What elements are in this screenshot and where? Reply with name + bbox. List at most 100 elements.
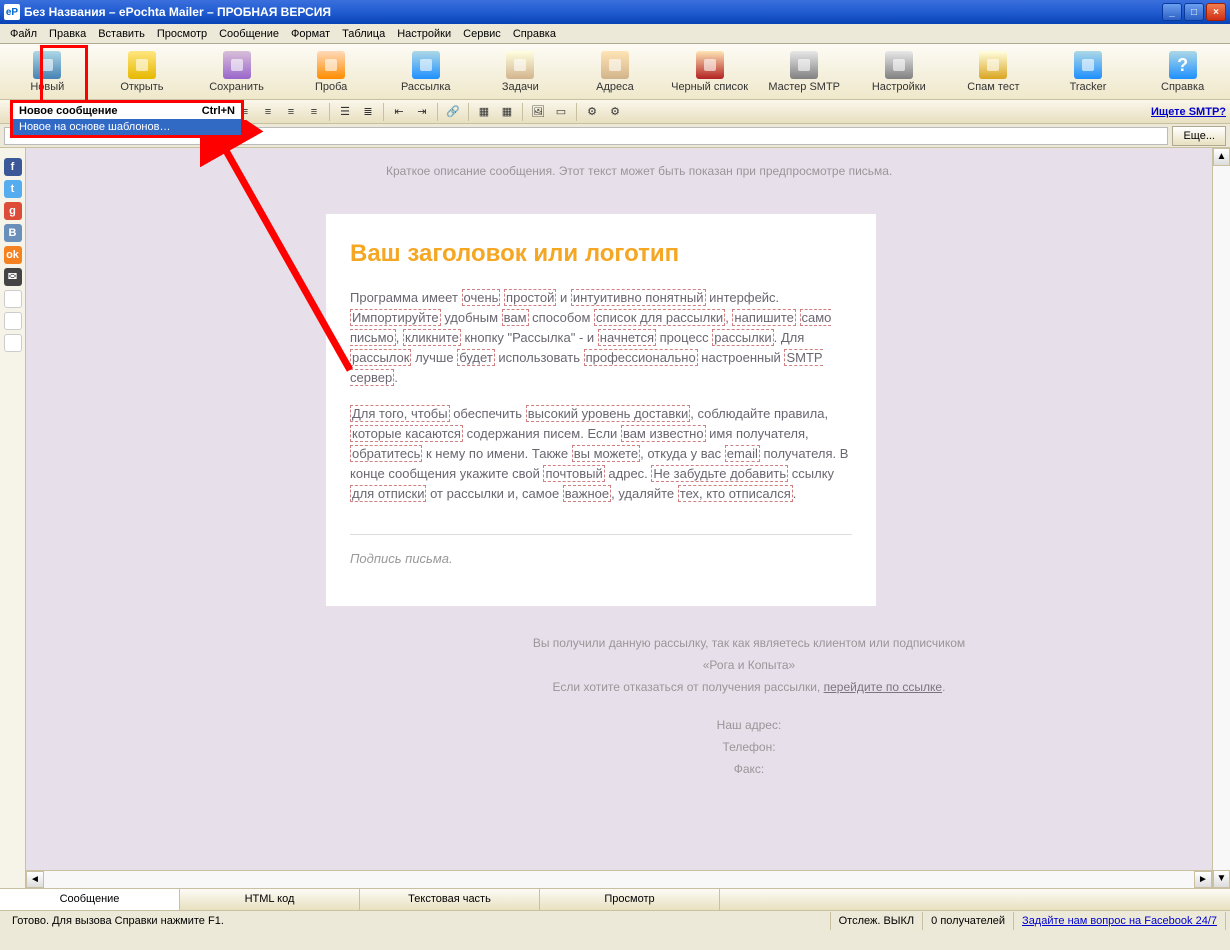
insert-image-button[interactable]: 🖼 [528, 102, 548, 122]
status-facebook-link[interactable]: Задайте нам вопрос на Facebook 24/7 [1022, 915, 1217, 927]
window-title: Без Названия – ePochta Mailer – ПРОБНАЯ … [24, 5, 331, 19]
scroll-track[interactable] [44, 871, 1194, 888]
menu-table[interactable]: Таблица [336, 26, 391, 41]
title-bar: eP Без Названия – ePochta Mailer – ПРОБН… [0, 0, 1230, 24]
footer-unsubscribe: Если хотите отказаться от получения расс… [326, 676, 1172, 698]
menu-file[interactable]: Файл [4, 26, 43, 41]
code-icon[interactable] [4, 290, 22, 308]
menu-service[interactable]: Сервис [457, 26, 507, 41]
new-dropdown-menu: Новое сообщение Ctrl+N Новое на основе ш… [10, 100, 244, 138]
mail-icon[interactable]: ✉ [4, 268, 22, 286]
toolbar-help-button[interactable]: Справка [1135, 46, 1230, 98]
editor-viewport[interactable]: Краткое описание сообщения. Этот текст м… [26, 148, 1212, 870]
paragraph-1[interactable]: Программа имеет очень простой и интуитив… [350, 288, 852, 388]
toolbar-blacklist-button[interactable]: Черный список [662, 46, 757, 98]
scroll-up-button[interactable]: ▲ [1213, 148, 1230, 166]
social-sidebar: ftgBok ✉ [0, 148, 26, 888]
menu-format[interactable]: Формат [285, 26, 336, 41]
align-right-button[interactable]: ≡ [281, 102, 301, 122]
toolbar-label: Настройки [872, 81, 926, 93]
google-plus-icon[interactable]: g [4, 202, 22, 220]
toolbar-spamtest-button[interactable]: Спам тест [946, 46, 1041, 98]
vertical-scrollbar[interactable]: ▲ ▼ [1212, 148, 1230, 888]
google-icon[interactable] [4, 312, 22, 330]
dropdown-item-shortcut: Ctrl+N [202, 105, 235, 117]
tab-preview[interactable]: Просмотр [540, 889, 720, 910]
tab-text[interactable]: Текстовая часть [360, 889, 540, 910]
maximize-button[interactable]: □ [1184, 3, 1204, 21]
tool2-button[interactable]: ⚙ [605, 102, 625, 122]
toolbar-label: Спам тест [967, 81, 1019, 93]
insert-table-button[interactable]: ▦ [474, 102, 494, 122]
toolbar-settings-button[interactable]: Настройки [851, 46, 946, 98]
align-center-button[interactable]: ≡ [258, 102, 278, 122]
footer-line1: Вы получили данную рассылку, так как явл… [326, 632, 1172, 654]
scroll-down-button[interactable]: ▼ [1213, 870, 1230, 888]
toolbar-open-button[interactable]: Открыть [95, 46, 190, 98]
status-ready: Готово. Для вызова Справки нажмите F1. [4, 912, 831, 930]
dropdown-item-label: Новое на основе шаблонов… [19, 121, 170, 133]
open-icon [128, 51, 156, 79]
status-recipients: 0 получателей [923, 912, 1014, 930]
close-button[interactable]: × [1206, 3, 1226, 21]
unsubscribe-link[interactable]: перейдите по ссылке [824, 680, 943, 694]
toolbar-tracker-button[interactable]: Tracker [1041, 46, 1136, 98]
toolbar-test-button[interactable]: Проба [284, 46, 379, 98]
smile-icon[interactable] [4, 334, 22, 352]
menu-view[interactable]: Просмотр [151, 26, 213, 41]
facebook-icon[interactable]: f [4, 158, 22, 176]
tool1-button[interactable]: ⚙ [582, 102, 602, 122]
save-icon [223, 51, 251, 79]
short-description-text[interactable]: Краткое описание сообщения. Этот текст м… [386, 164, 892, 178]
toolbar-label: Сохранить [209, 81, 264, 93]
dropdown-item-new-from-template[interactable]: Новое на основе шаблонов… [13, 119, 241, 135]
toolbar-label: Справка [1161, 81, 1204, 93]
insert-object-button[interactable]: ▭ [551, 102, 571, 122]
email-footer[interactable]: Вы получили данную рассылку, так как явл… [326, 606, 1172, 806]
more-button[interactable]: Еще... [1172, 126, 1226, 146]
toolbar-send-button[interactable]: Рассылка [378, 46, 473, 98]
bullet-list-button[interactable]: ≣ [358, 102, 378, 122]
dropdown-item-new-message[interactable]: Новое сообщение Ctrl+N [13, 103, 241, 119]
blacklist-icon [696, 51, 724, 79]
message-page[interactable]: Ваш заголовок или логотип Программа имее… [326, 214, 876, 606]
scroll-left-button[interactable]: ◄ [26, 871, 44, 888]
toolbar-label: Открыть [120, 81, 163, 93]
toolbar-save-button[interactable]: Сохранить [189, 46, 284, 98]
numbered-list-button[interactable]: ☰ [335, 102, 355, 122]
signature-text[interactable]: Подпись письма. [350, 551, 852, 566]
scroll-right-button[interactable]: ► [1194, 871, 1212, 888]
message-heading[interactable]: Ваш заголовок или логотип [350, 240, 852, 268]
insert-link-button[interactable]: 🔗 [443, 102, 463, 122]
menu-message[interactable]: Сообщение [213, 26, 285, 41]
smtpwizard-icon [790, 51, 818, 79]
align-justify-button[interactable]: ≡ [304, 102, 324, 122]
toolbar-smtpwizard-button[interactable]: Мастер SMTP [757, 46, 852, 98]
tab-html[interactable]: HTML код [180, 889, 360, 910]
menu-help[interactable]: Справка [507, 26, 562, 41]
outdent-button[interactable]: ⇤ [389, 102, 409, 122]
smtp-promo-link[interactable]: Ищете SMTP? [1151, 106, 1226, 118]
toolbar-tasks-button[interactable]: Задачи [473, 46, 568, 98]
divider [350, 534, 852, 535]
bottom-tabs: Сообщение HTML код Текстовая часть Просм… [0, 888, 1230, 910]
insert-row-button[interactable]: ▦ [497, 102, 517, 122]
toolbar-addresses-button[interactable]: Адреса [568, 46, 663, 98]
horizontal-scrollbar[interactable]: ◄ ► [26, 870, 1212, 888]
scroll-track[interactable] [1213, 166, 1230, 870]
tracker-icon [1074, 51, 1102, 79]
paragraph-2[interactable]: Для того, чтобы обеспечить высокий урове… [350, 404, 852, 504]
menu-insert[interactable]: Вставить [92, 26, 151, 41]
menu-edit[interactable]: Правка [43, 26, 92, 41]
indent-button[interactable]: ⇥ [412, 102, 432, 122]
spamtest-icon [979, 51, 1007, 79]
odnoklassniki-icon[interactable]: ok [4, 246, 22, 264]
send-icon [412, 51, 440, 79]
menu-settings[interactable]: Настройки [391, 26, 457, 41]
tab-message[interactable]: Сообщение [0, 889, 180, 910]
vk-icon[interactable]: B [4, 224, 22, 242]
twitter-icon[interactable]: t [4, 180, 22, 198]
main-toolbar: НовыйОткрытьСохранитьПробаРассылкаЗадачи… [0, 44, 1230, 100]
footer-fax: Факс: [326, 758, 1172, 780]
minimize-button[interactable]: _ [1162, 3, 1182, 21]
